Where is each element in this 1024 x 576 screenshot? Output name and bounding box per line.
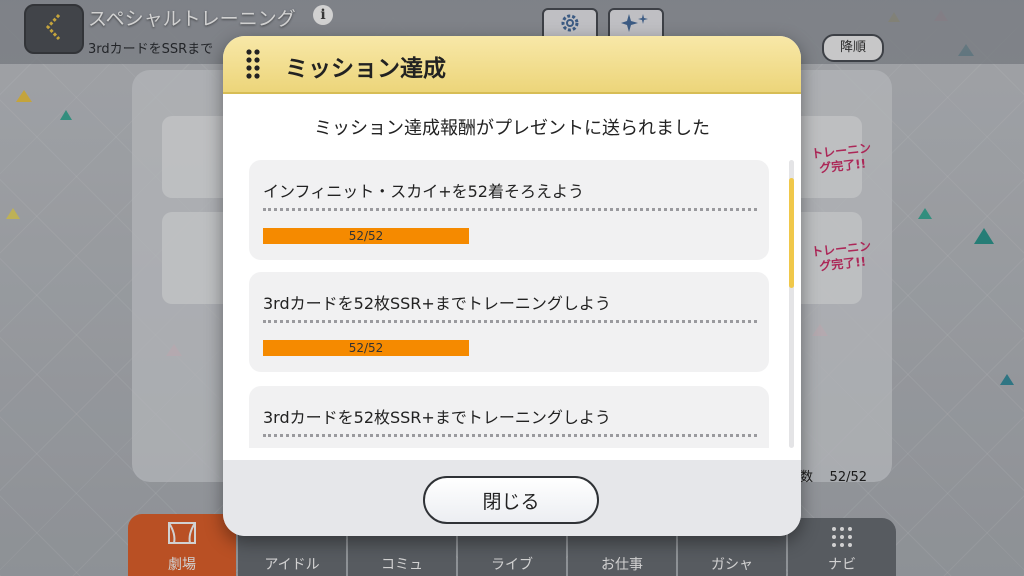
mission-text: 3rdカードを52枚SSR+までトレーニングしよう [263, 408, 611, 427]
mission-item: インフィニット・スカイ+を52着そろえよう 52/52 [249, 160, 769, 260]
mission-text: インフィニット・スカイ+を52着そろえよう [263, 182, 584, 201]
dialog-footer: 閉じる [223, 460, 801, 536]
mission-text: 3rdカードを52枚SSR+までトレーニングしよう [263, 294, 611, 313]
progress-text: 52/52 [348, 341, 384, 355]
divider [263, 320, 757, 323]
dialog-title: ミッション達成 [285, 56, 446, 82]
progress-text: 52/52 [348, 229, 384, 243]
mission-complete-dialog: ミッション達成 ミッション達成報酬がプレゼントに送られました インフィニット・ス… [223, 36, 801, 536]
mission-item: 3rdカードを52枚SSR+までトレーニングしよう 52/52 [249, 272, 769, 372]
close-button[interactable]: 閉じる [423, 476, 599, 524]
dialog-message: ミッション達成報酬がプレゼントに送られました [314, 118, 710, 139]
mission-progress-bar: 52/52 [263, 340, 469, 356]
divider [263, 434, 757, 437]
mission-progress-bar: 52/52 [263, 228, 469, 244]
drag-handle-icon [245, 48, 261, 80]
scrollbar[interactable] [789, 160, 794, 448]
mission-list[interactable]: インフィニット・スカイ+を52着そろえよう 52/52 3rdカードを52枚SS… [249, 160, 771, 448]
mission-item: 3rdカードを52枚SSR+までトレーニングしよう [249, 386, 769, 448]
divider [263, 208, 757, 211]
dialog-header: ミッション達成 [223, 36, 801, 94]
scrollbar-thumb[interactable] [789, 178, 794, 288]
